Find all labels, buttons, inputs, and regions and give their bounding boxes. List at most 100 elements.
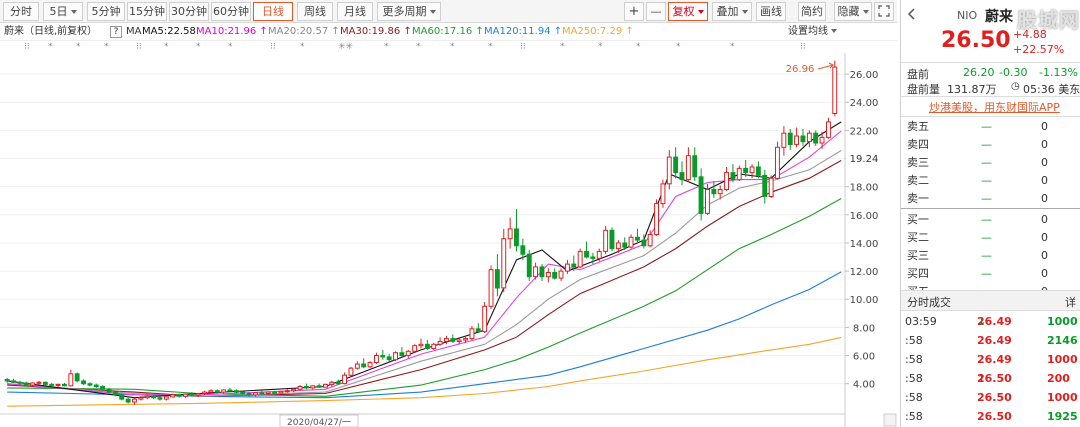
candle <box>558 268 564 281</box>
fullscreen-icon[interactable] <box>874 2 894 21</box>
drag-handle-icon[interactable]: ⁝⁝ <box>520 41 526 53</box>
tab-5day[interactable]: 5日 <box>43 2 83 21</box>
orderbook-row[interactable]: 买一 — 0 <box>907 211 1077 229</box>
premarket-label: 盘前 <box>907 68 929 81</box>
y-tick-label: 6.00 <box>853 352 875 363</box>
trade-time: :58 <box>905 353 923 366</box>
peak-arrow-icon <box>817 62 835 70</box>
candle <box>374 352 379 364</box>
trade-row: 03:59 26.49 ↓ 1000 <box>901 312 1080 331</box>
more-periods-dropdown[interactable]: 更多周期 <box>377 2 441 21</box>
star-marker-icon: * <box>488 42 493 52</box>
candles <box>4 60 838 405</box>
chevron-down-icon <box>70 10 77 14</box>
promo-link[interactable]: 炒港美股，用东财国际APP <box>929 99 1060 115</box>
tab-15min[interactable]: 15分钟 <box>127 2 167 21</box>
chart-grid <box>0 73 845 385</box>
star-marker-icon: ✳✳ <box>338 42 354 52</box>
orderbook-volume: 0 <box>1041 138 1048 151</box>
tab-weekly[interactable]: 周线 <box>297 2 333 21</box>
orderbook-row[interactable]: 卖一 — 0 <box>907 190 1077 208</box>
collapse-icon[interactable] <box>907 8 915 20</box>
candle <box>450 334 456 343</box>
drag-handle-icon[interactable]: ⁝⁝ <box>270 41 276 53</box>
star-marker-icon: * <box>300 42 305 52</box>
candle <box>533 262 538 280</box>
ma30-line <box>7 160 842 397</box>
orderbook-row[interactable]: 买三 — 0 <box>907 247 1077 265</box>
orderbook-label: 卖五 <box>907 120 929 133</box>
candle <box>711 181 717 198</box>
stock-title: 蔚来（日线,前复权） <box>4 26 98 37</box>
trade-volume: 200 <box>1047 372 1070 385</box>
candle <box>787 128 793 151</box>
hide-label: 隐藏 <box>837 5 860 18</box>
ma-settings-dropdown[interactable]: 设置均线 <box>788 23 837 41</box>
candle <box>221 389 227 394</box>
drag-handle-icon[interactable]: ⁝⁝ <box>136 41 142 53</box>
candle <box>412 344 418 353</box>
star-marker-icon: * <box>676 42 681 52</box>
candle <box>354 361 360 370</box>
draw-line-button[interactable]: 画线 <box>756 2 786 21</box>
hide-dropdown[interactable]: 隐藏 <box>834 2 872 21</box>
tab-60min[interactable]: 60分钟 <box>211 2 251 21</box>
candle <box>603 226 609 255</box>
tab-daily[interactable]: 日线 <box>253 2 293 21</box>
ma60-value: MA60:17.16 ↑ <box>412 26 484 37</box>
candle <box>418 338 424 349</box>
candle <box>399 347 405 357</box>
peak-label: 26.96 <box>786 64 815 75</box>
candle <box>514 209 519 252</box>
orderbook-row[interactable]: 卖四 — 0 <box>907 136 1077 154</box>
drag-handle-row: ⁝⁝ * * * ⁝⁝ * * * ⁝⁝ * ✳✳ * * * * ⁝⁝ * *… <box>0 41 845 53</box>
candle <box>635 228 640 243</box>
overlay-dropdown[interactable]: 叠加 <box>712 2 752 21</box>
tab-fenshi[interactable]: 分时 <box>3 2 39 21</box>
tab-30min[interactable]: 30分钟 <box>169 2 209 21</box>
fuquan-dropdown[interactable]: 复权 <box>668 2 708 21</box>
candle <box>806 130 812 148</box>
orderbook-row[interactable]: 卖二 — 0 <box>907 172 1077 190</box>
candle <box>348 366 354 377</box>
drag-handle-icon[interactable]: ⁝⁝ <box>24 41 30 53</box>
premarket-pct: -1.13% <box>1039 66 1078 79</box>
candle <box>157 396 163 401</box>
candle <box>431 342 437 350</box>
kline-chart[interactable]: 26.0024.0022.0020.0018.0016.0014.0012.00… <box>0 53 897 427</box>
orderbook-row[interactable]: 卖三 — 0 <box>907 154 1077 172</box>
orderbook-label: 卖三 <box>907 156 929 169</box>
candle <box>284 389 290 393</box>
trade-time: :58 <box>905 410 923 423</box>
orderbook-row[interactable]: 卖五 — 0 <box>907 118 1077 136</box>
price-axis: 26.0024.0022.0020.0018.0016.0014.0012.00… <box>845 70 878 391</box>
scroll-corner[interactable] <box>883 413 897 427</box>
tab-5min[interactable]: 5分钟 <box>87 2 125 21</box>
candle <box>74 372 80 383</box>
help-icon[interactable]: ? <box>110 26 122 38</box>
orderbook-label: 买四 <box>907 267 929 280</box>
clock-icon: ◷ <box>1011 81 1020 92</box>
candle <box>42 381 48 386</box>
trades-detail-link[interactable]: 详 <box>1065 294 1076 310</box>
trade-time: 03:59 <box>905 315 937 328</box>
trade-row: :58 26.49 1000 <box>901 350 1080 369</box>
drag-handle-icon[interactable]: ⁝⁝ <box>800 41 806 53</box>
premarket-change: -0.30 <box>999 66 1028 79</box>
candle <box>685 147 691 183</box>
fuquan-label: 复权 <box>672 5 695 18</box>
orderbook-row[interactable]: 买四 — 0 <box>907 265 1077 283</box>
zoom-out-button[interactable]: — <box>646 2 666 21</box>
candle <box>539 264 545 281</box>
simple-mode-button[interactable]: 简约 <box>798 2 826 21</box>
premarket-volume: 131.87万 <box>947 83 997 96</box>
orderbook-row[interactable]: 买二 — 0 <box>907 229 1077 247</box>
last-price: 26.50 <box>941 28 1011 53</box>
tab-monthly[interactable]: 月线 <box>337 2 373 21</box>
star-marker-icon: * <box>76 42 81 52</box>
candle <box>654 199 659 236</box>
price-change-pct: +22.57% <box>1013 43 1065 56</box>
zoom-in-button[interactable]: + <box>624 2 644 21</box>
candle <box>163 396 169 401</box>
orderbook-label: 买一 <box>907 213 929 226</box>
